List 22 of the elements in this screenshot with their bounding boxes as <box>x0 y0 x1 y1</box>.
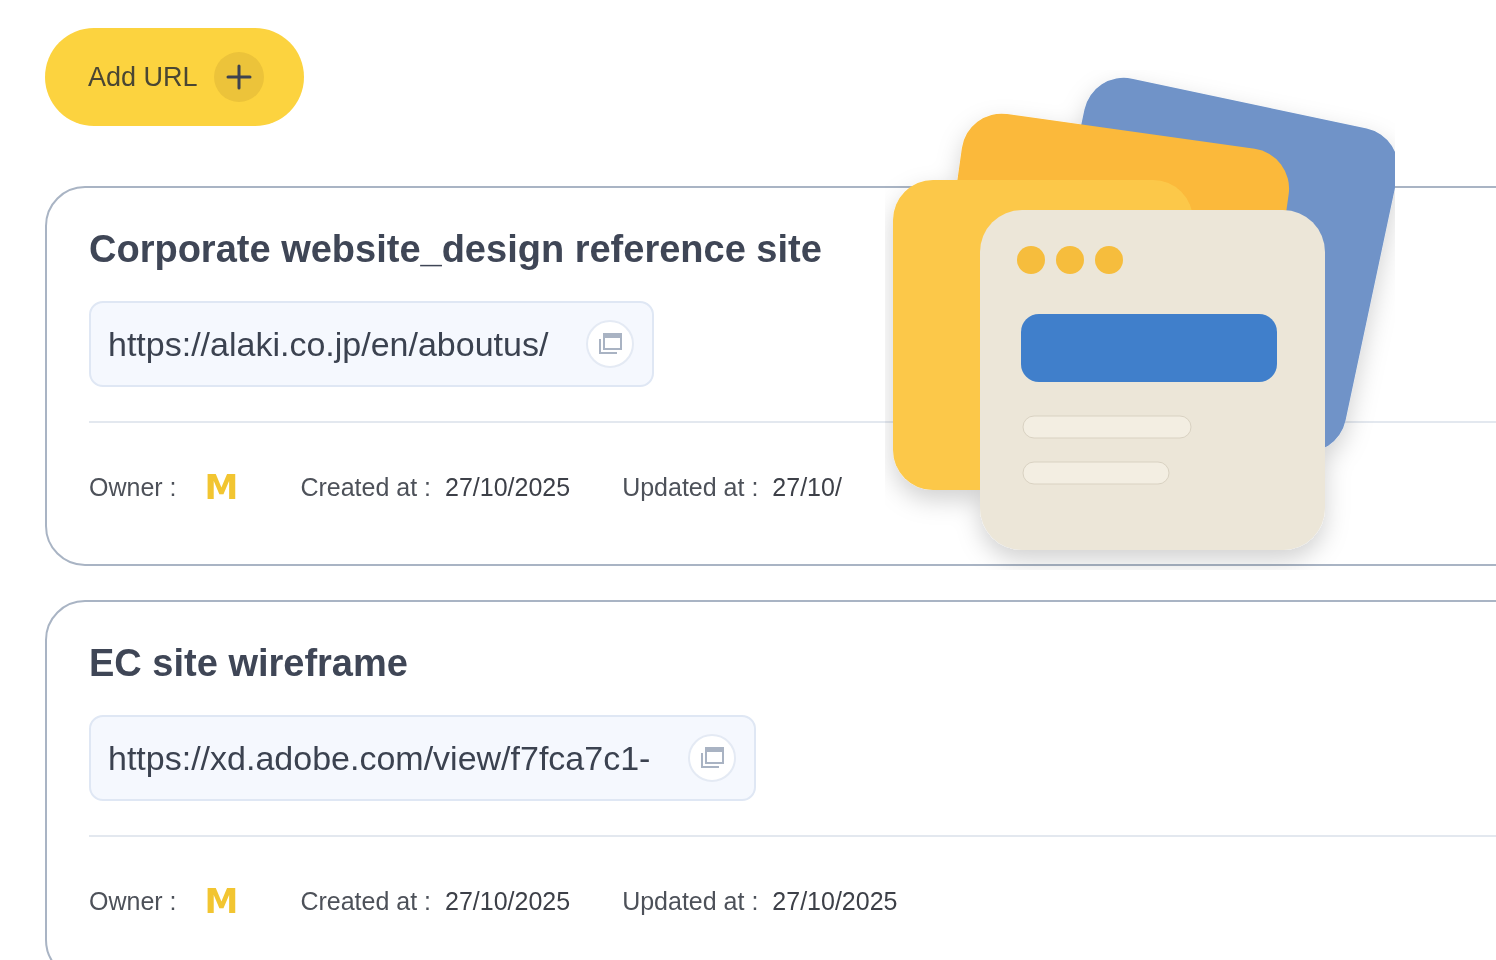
created-date: 27/10/2025 <box>445 472 571 502</box>
updated-date: 27/10/2025 <box>772 886 898 916</box>
plus-icon <box>213 52 264 102</box>
created-date: 27/10/2025 <box>445 886 571 916</box>
copy-button[interactable] <box>586 320 635 368</box>
card-title: EC site wireframe <box>89 642 409 685</box>
owner-avatar: M <box>204 881 239 921</box>
created-label: Created at : <box>300 472 431 502</box>
add-url-button[interactable]: Add URL <box>45 28 304 126</box>
card-title: Corporate website_design reference site <box>89 228 823 271</box>
owner-label: Owner : <box>89 472 177 502</box>
updated-date: 27/10/ <box>772 472 842 502</box>
copy-icon <box>699 746 726 770</box>
copy-button[interactable] <box>688 734 737 782</box>
updated-label: Updated at : <box>622 886 759 916</box>
url-text: https://alaki.co.jp/en/aboutus/ <box>108 324 549 364</box>
owner-label: Owner : <box>89 886 177 916</box>
owner-avatar: M <box>204 467 239 507</box>
copy-icon <box>597 332 624 356</box>
url-text: https://xd.adobe.com/view/f7fca7c1- <box>108 738 651 778</box>
created-label: Created at : <box>300 886 431 916</box>
updated-label: Updated at : <box>622 472 759 502</box>
